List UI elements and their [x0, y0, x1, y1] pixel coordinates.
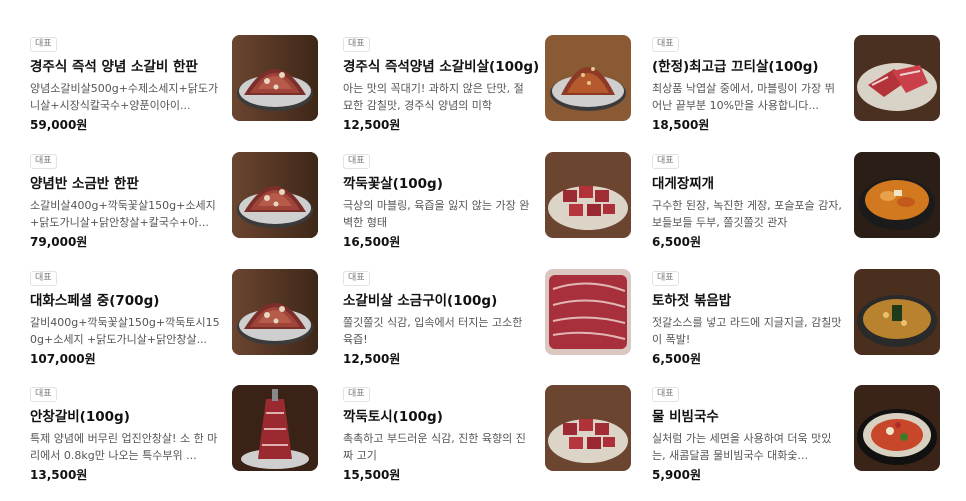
menu-item-name: 안창갈비(100g) [30, 409, 130, 425]
menu-item-name: (한정)최고급 끄티살(100g) [652, 59, 819, 75]
menu-item-name: 경주식 즉석양념 소갈비살(100g) [343, 59, 540, 75]
menu-item-card[interactable]: 대표경주식 즉석양념 소갈비살(100g) 아는 맛의 꼭대기! 과하지 않은 단… [322, 15, 644, 133]
menu-item-card[interactable]: 대표소갈비살 소금구이(100g) 쫄깃쫄깃 식감, 입속에서 터지는 고소한 육… [322, 249, 644, 367]
crab-stew-photo[interactable] [854, 152, 940, 238]
representative-badge: 대표 [652, 387, 679, 402]
menu-item-price: 18,500원 [652, 118, 710, 132]
raw-premium-beef-photo[interactable] [854, 35, 940, 121]
menu-item-card[interactable]: 대표대게장찌개구수한 된장, 녹진한 게장, 포슬포슬 감자, 보들보들 두부,… [644, 132, 966, 250]
menu-item-info: 대표물 비빔국수실처럼 가는 세면을 사용하여 더욱 맛있는, 새콤달콤 물비빔… [652, 381, 844, 483]
cold-noodle-photo[interactable] [854, 385, 940, 471]
menu-item-price: 16,500원 [343, 235, 401, 249]
representative-badge: 대표 [343, 271, 370, 286]
menu-item-description: 양념소갈비살500g+수제소세지+닭도가니살+시장식칼국수+양푼이아이... [30, 82, 219, 112]
menu-item-info: 대표양념반 소금반 한판소갈비살400g+깍둑꽃살150g+소세지+닭도가니살+… [30, 148, 222, 250]
menu-item-info: 대표안창갈비(100g) 특제 양념에 버무린 업진안창살! 소 한 마리에서 0… [30, 381, 222, 483]
representative-badge: 대표 [30, 37, 57, 52]
representative-badge: 대표 [30, 154, 57, 169]
menu-item-info: 대표 (한정)최고급 끄티살(100g) 최상품 낙엽살 중에서, 마블링이 가장 … [652, 31, 844, 133]
menu-item-card[interactable]: 대표대화스페셜 중(700g) 갈비400g+깍둑꽃살150g+깍둑토시150g+… [0, 249, 322, 367]
menu-item-name: 대게장찌개 [652, 176, 715, 192]
menu-item-card[interactable]: 대표경주식 즉석 양념 소갈비 한판양념소갈비살500g+수제소세지+닭도가니살… [0, 15, 322, 133]
menu-item-name: 깍둑토시(100g) [343, 409, 443, 425]
menu-item-description: 극상의 마블링, 육즙을 잃지 않는 가장 완벽한 형태 [343, 199, 530, 229]
representative-badge: 대표 [30, 271, 57, 286]
menu-item-name: 물 비빔국수 [652, 409, 719, 425]
menu-item-description: 촉촉하고 부드러운 식감, 진한 육향의 진짜 고기 [343, 432, 526, 462]
menu-item-info: 대표소갈비살 소금구이(100g) 쫄깃쫄깃 식감, 입속에서 터지는 고소한 육… [343, 265, 535, 367]
menu-item-description: 젓갈소스를 넣고 라드에 지글지글, 감칠맛이 폭발! [652, 316, 842, 346]
representative-badge: 대표 [652, 37, 679, 52]
salted-rib-meat-photo[interactable] [545, 269, 631, 355]
menu-item-description: 소갈비살400g+깍둑꽃살150g+소세지+닭도가니살+닭안창살+칼국수+아..… [30, 199, 216, 229]
representative-badge: 대표 [652, 154, 679, 169]
menu-item-description: 갈비400g+깍둑꽃살150g+깍둑토시150g+소세지 +닭도가니살+닭안창살… [30, 316, 220, 346]
menu-item-info: 대표대화스페셜 중(700g) 갈비400g+깍둑꽃살150g+깍둑토시150g+… [30, 265, 222, 367]
menu-item-info: 대표 토하젓 볶음밥 젓갈소스를 넣고 라드에 지글지글, 감칠맛이 폭발! 6,50… [652, 265, 844, 367]
menu-item-description: 쫄깃쫄깃 식감, 입속에서 터지는 고소한 육즙! [343, 316, 523, 346]
menu-item-info: 대표깍둑꽃살(100g) 극상의 마블링, 육즙을 잃지 않는 가장 완벽한 형태… [343, 148, 535, 250]
menu-item-card[interactable]: 대표 (한정)최고급 끄티살(100g) 최상품 낙엽살 중에서, 마블링이 가장 … [644, 15, 966, 133]
menu-item-price: 15,500원 [343, 468, 401, 482]
grilled-short-rib-platter-photo[interactable] [232, 35, 318, 121]
menu-item-card[interactable]: 대표안창갈비(100g) 특제 양념에 버무린 업진안창살! 소 한 마리에서 0… [0, 365, 322, 483]
menu-item-name: 토하젓 볶음밥 [652, 293, 732, 309]
cubed-skirt-photo[interactable] [545, 385, 631, 471]
menu-item-price: 13,500원 [30, 468, 88, 482]
fried-rice-photo[interactable] [854, 269, 940, 355]
half-and-half-platter-photo[interactable] [232, 152, 318, 238]
special-platter-photo[interactable] [232, 269, 318, 355]
menu-item-description: 최상품 낙엽살 중에서, 마블링이 가장 뛰어난 끝부분 10%만을 사용합니다… [652, 82, 835, 112]
marinated-rib-mound-photo[interactable] [545, 35, 631, 121]
menu-item-info: 대표경주식 즉석양념 소갈비살(100g) 아는 맛의 꼭대기! 과하지 않은 단… [343, 31, 540, 133]
representative-badge: 대표 [30, 387, 57, 402]
menu-item-name: 대화스페셜 중(700g) [30, 293, 160, 309]
menu-item-name: 깍둑꽃살(100g) [343, 176, 443, 192]
menu-item-card[interactable]: 대표양념반 소금반 한판소갈비살400g+깍둑꽃살150g+소세지+닭도가니살+… [0, 132, 322, 250]
menu-item-name: 양념반 소금반 한판 [30, 176, 139, 192]
menu-grid: 대표 경주식 즉석 양념 소갈비 한판 양념소갈비살500g+수제소세지+닭도가니살… [0, 0, 966, 501]
menu-item-info: 대표대게장찌개구수한 된장, 녹진한 게장, 포슬포슬 감자, 보들보들 두부,… [652, 148, 844, 250]
menu-item-info: 대표깍둑토시(100g) 촉촉하고 부드러운 식감, 진한 육향의 진짜 고기 15… [343, 381, 535, 483]
representative-badge: 대표 [343, 387, 370, 402]
menu-item-price: 79,000원 [30, 235, 88, 249]
menu-item-name: 소갈비살 소금구이(100g) [343, 293, 498, 309]
menu-item-description: 아는 맛의 꼭대기! 과하지 않은 단맛, 절묘한 감칠맛, 경주식 양념의 미… [343, 82, 524, 112]
menu-item-card[interactable]: 대표 토하젓 볶음밥 젓갈소스를 넣고 라드에 지글지글, 감칠맛이 폭발! 6,50… [644, 249, 966, 367]
menu-item-description: 특제 양념에 버무린 업진안창살! 소 한 마리에서 0.8kg만 나오는 특수… [30, 432, 218, 462]
menu-item-price: 5,900원 [652, 468, 701, 482]
menu-item-description: 구수한 된장, 녹진한 게장, 포슬포슬 감자, 보들보들 두부, 쫄깃쫄깃 관… [652, 199, 842, 229]
menu-item-description: 실처럼 가는 세면을 사용하여 더욱 맛있는, 새콤달콤 물비빔국수 대화숯..… [652, 432, 832, 462]
menu-item-card[interactable]: 대표물 비빔국수실처럼 가는 세면을 사용하여 더욱 맛있는, 새콤달콤 물비빔… [644, 365, 966, 483]
menu-item-info: 대표경주식 즉석 양념 소갈비 한판양념소갈비살500g+수제소세지+닭도가니살… [30, 31, 222, 133]
menu-item-price: 6,500원 [652, 235, 701, 249]
menu-item-price: 59,000원 [30, 118, 88, 132]
representative-badge: 대표 [343, 37, 370, 52]
representative-badge: 대표 [343, 154, 370, 169]
cubed-beef-photo[interactable] [545, 152, 631, 238]
menu-item-card[interactable]: 대표깍둑꽃살(100g) 극상의 마블링, 육즙을 잃지 않는 가장 완벽한 형태… [322, 132, 644, 250]
menu-item-name: 경주식 즉석 양념 소갈비 한판 [30, 59, 198, 75]
menu-item-card[interactable]: 대표깍둑토시(100g) 촉촉하고 부드러운 식감, 진한 육향의 진짜 고기 15… [322, 365, 644, 483]
representative-badge: 대표 [652, 271, 679, 286]
rib-tower-photo[interactable] [232, 385, 318, 471]
menu-item-price: 12,500원 [343, 118, 401, 132]
